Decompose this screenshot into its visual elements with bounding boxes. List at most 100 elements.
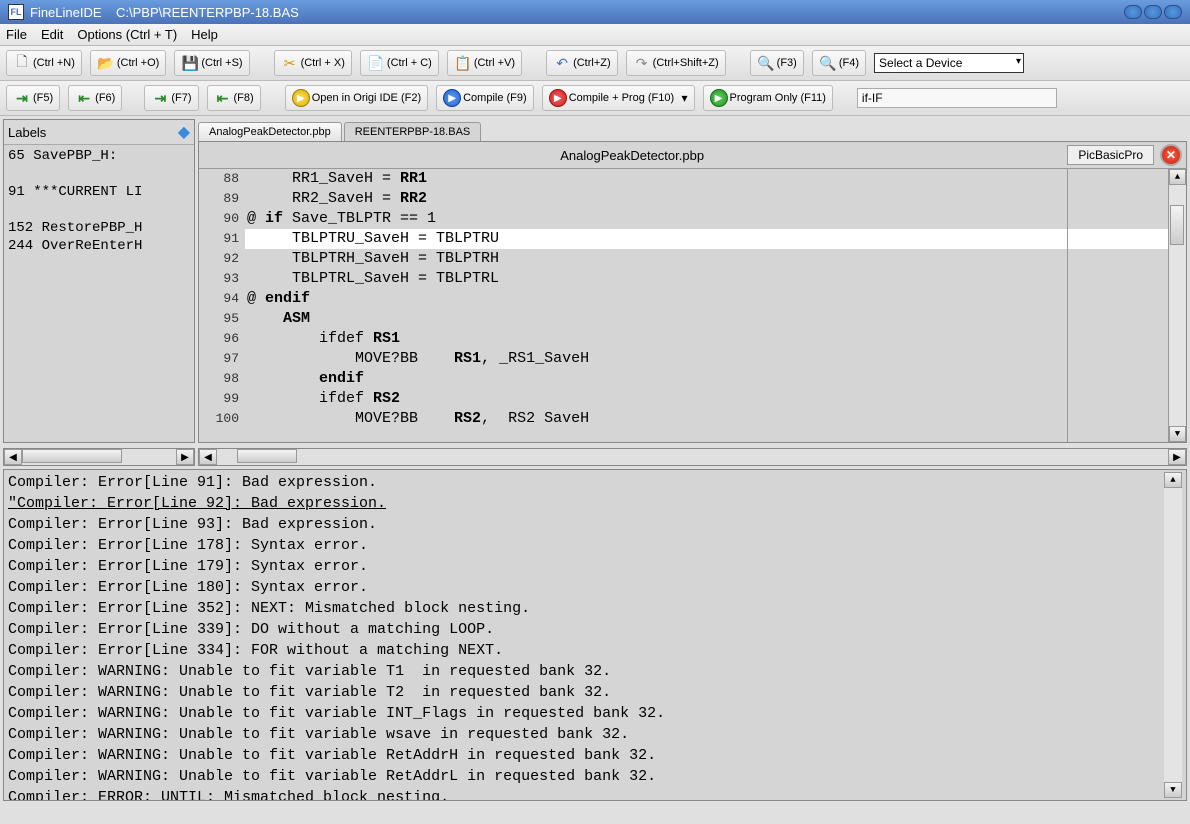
paste-button[interactable]: 📋 (Ctrl +V) [447,50,522,76]
output-line[interactable]: Compiler: Error[Line 179]: Syntax error. [8,556,1164,577]
output-line[interactable]: Compiler: Error[Line 91]: Bad expression… [8,472,1164,493]
output-line[interactable]: Compiler: WARNING: Unable to fit variabl… [8,703,1164,724]
copy-icon: 📄 [367,54,385,72]
output-line[interactable]: Compiler: Error[Line 93]: Bad expression… [8,514,1164,535]
hscroll-thumb[interactable] [22,449,122,463]
output-line[interactable]: Compiler: WARNING: Unable to fit variabl… [8,745,1164,766]
menu-file[interactable]: File [6,27,27,42]
program-only-button[interactable]: ▶ Program Only (F11) [703,85,833,111]
folder-open-icon: 📂 [97,54,115,72]
output-line[interactable]: Compiler: Error[Line 339]: DO without a … [8,619,1164,640]
output-line[interactable]: Compiler: WARNING: Unable to fit variabl… [8,724,1164,745]
scroll-down-button[interactable]: ▼ [1164,782,1182,798]
editor-hscroll[interactable]: ◀ ▶ [198,448,1187,466]
scroll-right-button[interactable]: ▶ [1168,449,1186,465]
undo-button[interactable]: ↶ (Ctrl+Z) [546,50,618,76]
minimize-button[interactable] [1124,5,1142,19]
output-line[interactable]: Compiler: Error[Line 180]: Syntax error. [8,577,1164,598]
breakpoint-f7-button[interactable]: ⇥ (F7) [144,85,198,111]
maximize-button[interactable] [1144,5,1162,19]
output-vscroll[interactable]: ▲ ▼ [1164,472,1182,798]
output-line[interactable]: Compiler: WARNING: Unable to fit variabl… [8,766,1164,787]
vscroll-thumb[interactable] [1170,205,1184,245]
vertical-scrollbar[interactable]: ▲ ▼ [1168,169,1186,442]
menu-options[interactable]: Options (Ctrl + T) [77,27,177,42]
scroll-left-button[interactable]: ◀ [4,449,22,465]
scroll-up-button[interactable]: ▲ [1169,169,1186,185]
open-button[interactable]: 📂 (Ctrl +O) [90,50,166,76]
vscroll-track[interactable] [1164,488,1182,782]
cut-button[interactable]: ✂ (Ctrl + X) [274,50,352,76]
label-line[interactable]: 91 ***CURRENT LI [8,183,190,201]
output-line[interactable]: Compiler: Error[Line 178]: Syntax error. [8,535,1164,556]
code-line[interactable]: RR2_SaveH = RR2 [245,189,1168,209]
vscroll-track[interactable] [1169,185,1186,426]
compile-prog-button[interactable]: ▶ Compile + Prog (F10) ▾ [542,85,695,111]
find-next-button[interactable]: 🔍 (F4) [812,50,866,76]
output-line[interactable]: Compiler: WARNING: Unable to fit variabl… [8,661,1164,682]
play-red-icon: ▶ [549,89,567,107]
labels-header[interactable]: Labels ◆ [4,120,194,145]
scroll-up-button[interactable]: ▲ [1164,472,1182,488]
code-line[interactable]: TBLPTRU_SaveH = TBLPTRU [245,229,1168,249]
label-line[interactable]: 65 SavePBP_H: [8,147,190,165]
output-line[interactable]: Compiler: Error[Line 352]: NEXT: Mismatc… [8,598,1164,619]
labels-list[interactable]: 65 SavePBP_H: 91 ***CURRENT LI 152 Resto… [4,145,194,442]
breakpoint-f8-button[interactable]: ⇤ (F8) [207,85,261,111]
menu-help[interactable]: Help [191,27,218,42]
editor-tab[interactable]: AnalogPeakDetector.pbp [198,122,342,141]
code-line[interactable]: @ endif [245,289,1168,309]
scroll-left-button[interactable]: ◀ [199,449,217,465]
compile-button[interactable]: ▶ Compile (F9) [436,85,534,111]
output-line[interactable]: Compiler: WARNING: Unable to fit variabl… [8,682,1164,703]
output-line[interactable]: Compiler: Error[Line 334]: FOR without a… [8,640,1164,661]
find-button[interactable]: 🔍 (F3) [750,50,804,76]
code-line[interactable]: ASM [245,309,1168,329]
output-line[interactable]: "Compiler: Error[Line 92]: Bad expressio… [8,493,1164,514]
code-line[interactable]: ifdef RS1 [245,329,1168,349]
new-button[interactable]: 🗋 (Ctrl +N) [6,50,82,76]
code-line[interactable]: ifdef RS2 [245,389,1168,409]
breakpoint-f6-button[interactable]: ⇤ (F6) [68,85,122,111]
label-line[interactable] [8,201,190,219]
step-icon: ⇥ [13,89,31,107]
redo-button[interactable]: ↷ (Ctrl+Shift+Z) [626,50,726,76]
code-line[interactable]: MOVE?BB RS2, RS2 SaveH [245,409,1168,429]
code-line[interactable]: @ if Save_TBLPTR == 1 [245,209,1168,229]
if-textbox[interactable]: if-IF [857,88,1057,108]
code-line[interactable]: MOVE?BB RS1, _RS1_SaveH [245,349,1168,369]
code-line[interactable]: endif [245,369,1168,389]
code-line[interactable]: RR1_SaveH = RR1 [245,169,1168,189]
chevron-down-icon[interactable]: ▾ [682,91,688,105]
search-icon: 🔍 [757,54,775,72]
editor-tab[interactable]: REENTERPBP-18.BAS [344,122,482,141]
output-panel[interactable]: Compiler: Error[Line 91]: Bad expression… [3,469,1187,801]
code-line[interactable]: TBLPTRL_SaveH = TBLPTRL [245,269,1168,289]
hscroll-track[interactable] [22,449,176,465]
hscroll-thumb[interactable] [237,449,297,463]
close-window-button[interactable] [1164,5,1182,19]
play-yellow-icon: ▶ [292,89,310,107]
clipboard-icon: 📋 [454,54,472,72]
hscroll-track[interactable] [217,449,1168,465]
labels-hscroll[interactable]: ◀ ▶ [3,448,195,466]
close-tab-button[interactable]: ✕ [1160,144,1182,166]
menu-edit[interactable]: Edit [41,27,63,42]
scissors-icon: ✂ [281,54,299,72]
code-area[interactable]: 888990919293949596979899100 RR1_SaveH = … [199,169,1186,442]
label-line[interactable]: 152 RestorePBP_H [8,219,190,237]
label-line[interactable]: 244 OverReEnterH [8,237,190,255]
device-select[interactable]: Select a Device ▾ [874,53,1024,73]
output-line[interactable]: Compiler: ERROR: UNTIL: Mismatched block… [8,787,1164,801]
scroll-right-button[interactable]: ▶ [176,449,194,465]
step-icon: ⇤ [75,89,93,107]
open-origi-button[interactable]: ▶ Open in Origi IDE (F2) [285,85,428,111]
copy-button[interactable]: 📄 (Ctrl + C) [360,50,439,76]
code-body[interactable]: RR1_SaveH = RR1 RR2_SaveH = RR2@ if Save… [245,169,1168,442]
label-line[interactable] [8,165,190,183]
dropdown-diamond-icon[interactable]: ◆ [178,122,190,142]
breakpoint-f5-button[interactable]: ⇥ (F5) [6,85,60,111]
save-button[interactable]: 💾 (Ctrl +S) [174,50,249,76]
code-line[interactable]: TBLPTRH_SaveH = TBLPTRH [245,249,1168,269]
scroll-down-button[interactable]: ▼ [1169,426,1186,442]
